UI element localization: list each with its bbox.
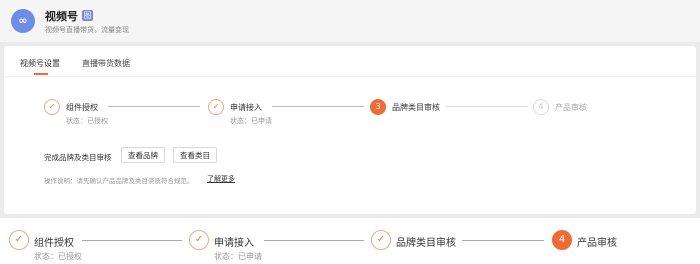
bottom-step-1-status: 状态：已授权 bbox=[34, 252, 82, 261]
bottom-step-3-label: 品牌类目审核 bbox=[396, 238, 456, 249]
step-2-label: 申请接入 bbox=[230, 103, 262, 112]
bottom-step-1-check-icon: ✓ bbox=[9, 230, 29, 250]
tab-live-sales-data[interactable]: 直播带货数据 bbox=[82, 58, 130, 69]
bottom-step-connector bbox=[264, 240, 364, 241]
app-title: 视频号 bbox=[45, 10, 78, 23]
step-4-number: 4 bbox=[533, 99, 549, 115]
app-header: ∞ 视频号 图 视频号直播带货，流量变现 bbox=[0, 0, 700, 42]
step-connector bbox=[446, 106, 528, 107]
learn-more-link[interactable]: 了解更多 bbox=[207, 174, 235, 184]
brand-category-review-label: 完成品牌及类目审核 bbox=[44, 153, 112, 162]
step-connector bbox=[272, 106, 364, 107]
step-3-number: 3 bbox=[370, 99, 386, 115]
step-3-label: 品牌类目审核 bbox=[392, 103, 440, 112]
app-tag-badge: 图 bbox=[82, 10, 93, 21]
step-4-label: 产品审核 bbox=[555, 103, 587, 112]
active-tab-indicator bbox=[34, 73, 48, 75]
step-1-status: 状态：已授权 bbox=[66, 117, 108, 125]
bottom-step-4-label: 产品审核 bbox=[577, 238, 617, 249]
bottom-step-1-label: 组件授权 bbox=[34, 238, 74, 249]
bottom-step-2-status: 状态：已申请 bbox=[214, 252, 262, 261]
step-1-check-icon: ✓ bbox=[44, 99, 60, 115]
settings-card bbox=[4, 46, 696, 214]
bottom-step-3-check-icon: ✓ bbox=[371, 230, 391, 250]
step-2-status: 状态：已申请 bbox=[230, 117, 272, 125]
channels-logo-icon: ∞ bbox=[11, 9, 35, 33]
step-2-check-icon: ✓ bbox=[208, 99, 224, 115]
bottom-step-connector bbox=[462, 240, 544, 241]
app-description: 视频号直播带货，流量变现 bbox=[45, 26, 129, 34]
tab-channel-settings[interactable]: 视频号设置 bbox=[20, 58, 60, 69]
step-connector bbox=[108, 106, 200, 107]
view-category-button[interactable]: 查看类目 bbox=[173, 147, 217, 163]
operation-note: 操作说明：请先确认产品品牌及类目资质符合规范。 bbox=[44, 177, 194, 185]
bottom-step-connector bbox=[82, 240, 182, 241]
view-brand-button[interactable]: 查看品牌 bbox=[121, 147, 165, 163]
tabs-divider bbox=[4, 76, 696, 77]
bottom-step-2-check-icon: ✓ bbox=[189, 230, 209, 250]
step-1-label: 组件授权 bbox=[66, 103, 98, 112]
bottom-step-2-label: 申请接入 bbox=[214, 238, 254, 249]
bottom-step-4-number: 4 bbox=[552, 230, 572, 250]
